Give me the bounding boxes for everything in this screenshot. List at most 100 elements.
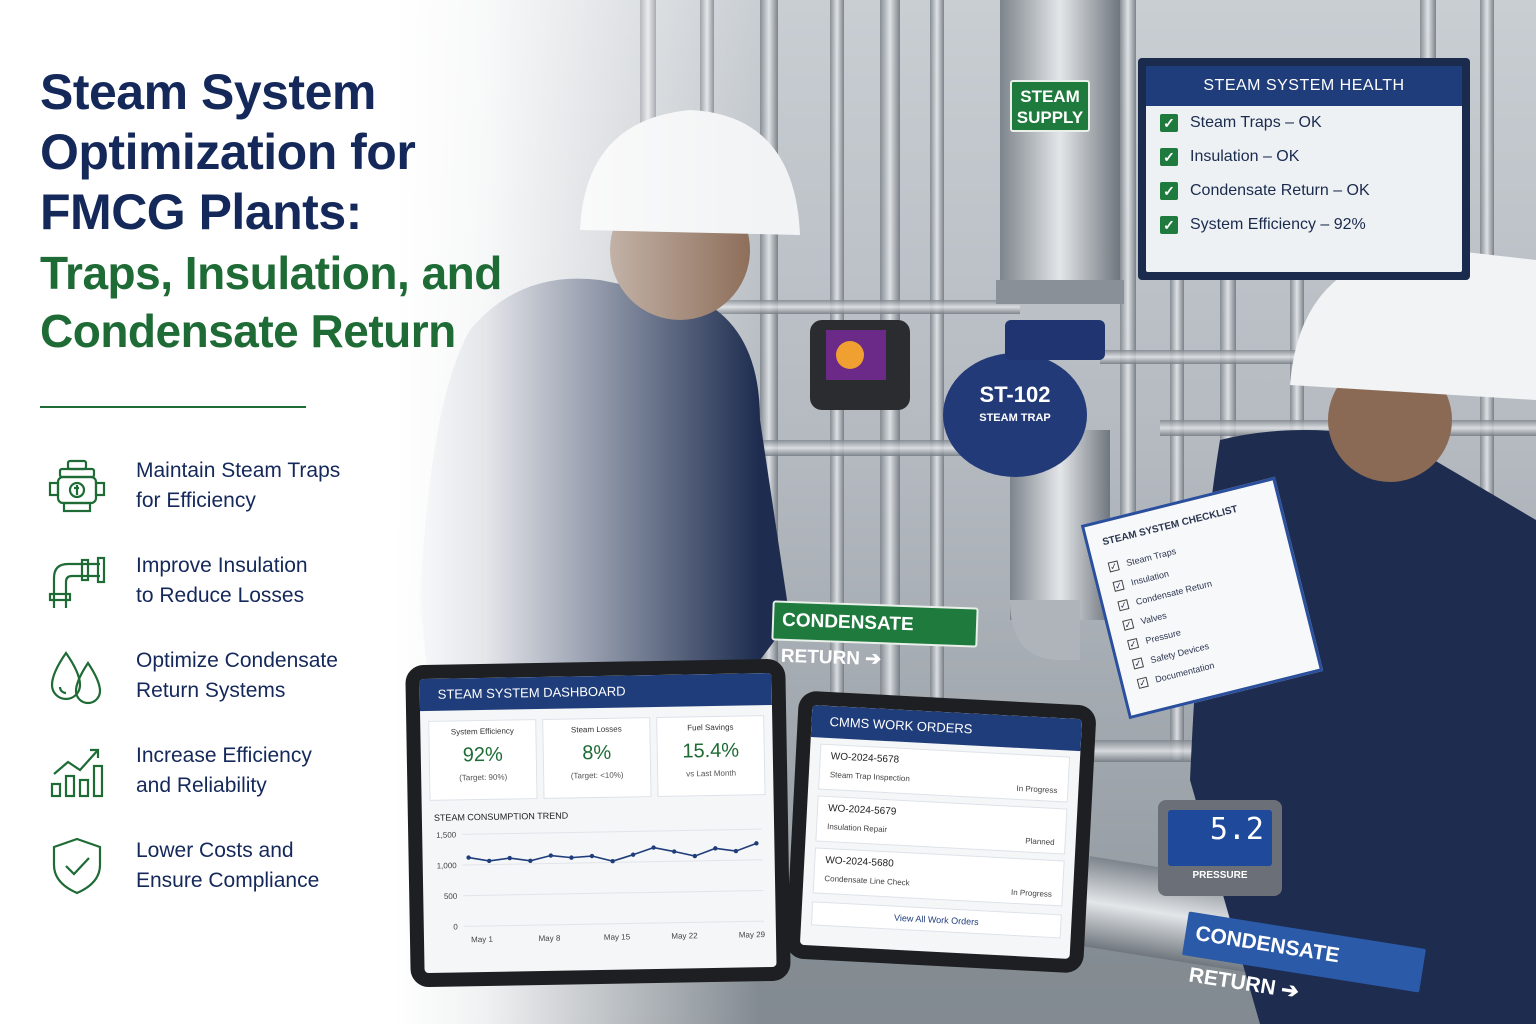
data-point[interactable] (569, 855, 574, 860)
health-item: ✓ System Efficiency – 92% (1146, 208, 1462, 242)
work-order-item[interactable]: WO-2024-5679 Insulation Repair Planned (815, 795, 1068, 855)
checklist-item-label: Valves (1139, 610, 1168, 627)
feature-text: Improve Insulation to Reduce Losses (136, 553, 308, 607)
page-subtitle: Traps, Insulation, and Condensate Return (40, 244, 540, 360)
feature-item: Maintain Steam Traps for Efficiency (40, 438, 540, 533)
arrow-right-icon: ➔ (1279, 978, 1301, 1004)
work-order-id: WO-2024-5679 (827, 803, 897, 818)
subtitle-line-2: Condensate Return (40, 305, 456, 357)
data-point[interactable] (692, 853, 698, 859)
checkbox-icon: ✓ (1107, 560, 1120, 573)
pressure-gauge: 5.2 PRESSURE (1158, 800, 1282, 896)
work-order-item[interactable]: WO-2024-5680 Condensate Line Check In Pr… (812, 847, 1065, 907)
feature-item: Improve Insulation to Reduce Losses (40, 533, 540, 628)
checkbox-icon: ✓ (1117, 599, 1130, 612)
checkmark-icon: ✓ (1160, 114, 1178, 132)
data-point[interactable] (507, 855, 512, 861)
feature-text: Optimize Condensate Return Systems (136, 648, 338, 702)
data-point[interactable] (528, 858, 533, 863)
work-order-status: In Progress (1010, 887, 1053, 899)
trend-chart: 1,500 1,000 500 0 May 1 May 8 May 15 May 22 May … (422, 817, 776, 953)
gauge-value: 5.2 (1209, 812, 1264, 847)
insulated-pipe-icon (46, 550, 108, 612)
kpi-label: System Efficiency (450, 726, 514, 737)
checkmark-icon: ✓ (1160, 182, 1178, 200)
checkmark-icon: ✓ (1160, 148, 1178, 166)
gridline (463, 889, 764, 897)
dashboard-tablet: STEAM SYSTEM DASHBOARD System Efficiency… (405, 658, 791, 988)
work-order-item[interactable]: WO-2024-5678 Steam Trap Inspection In Pr… (818, 743, 1071, 803)
health-item: ✓ Condensate Return – OK (1146, 174, 1462, 208)
kpi-label: Fuel Savings (687, 722, 734, 733)
data-point[interactable] (713, 846, 718, 851)
data-point[interactable] (651, 845, 656, 850)
kpi-note: vs Last Month (686, 768, 737, 779)
data-point[interactable] (548, 853, 554, 858)
gauge-display: 5.2 (1168, 810, 1272, 866)
kpi-note: (Target: 90%) (459, 772, 508, 783)
data-point[interactable] (630, 852, 636, 857)
trend-chart-svg: 1,500 1,000 500 0 May 1 May 8 May 15 May 22 May … (436, 828, 766, 944)
x-tick-label: May 29 (739, 930, 766, 939)
health-item-label: System Efficiency – 92% (1190, 216, 1366, 233)
data-point[interactable] (466, 855, 471, 860)
health-item: ✓ Steam Traps – OK (1146, 106, 1462, 140)
kpi-value: 15.4% (682, 739, 740, 763)
data-point[interactable] (487, 858, 492, 864)
view-all-work-orders-button[interactable]: View All Work Orders (810, 901, 1062, 939)
title-line-3: FMCG Plants: (40, 184, 362, 240)
work-order-status: In Progress (1016, 783, 1058, 796)
checkbox-icon: ✓ (1136, 676, 1149, 689)
y-tick-label: 0 (453, 922, 458, 931)
data-point[interactable] (754, 841, 759, 846)
kpi-card[interactable]: Fuel Savings 15.4% vs Last Month (656, 715, 766, 797)
kpi-value: 8% (582, 741, 612, 765)
health-item-label: Condensate Return – OK (1190, 182, 1370, 199)
kpi-value: 92% (462, 743, 504, 767)
work-order-status: Planned (1025, 836, 1055, 847)
condensate-return-sign-green: CONDENSATE RETURN ➔ (771, 600, 979, 670)
x-tick-label: May 8 (539, 934, 561, 943)
health-item: ✓ Insulation – OK (1146, 140, 1462, 174)
steam-trap-icon (46, 455, 108, 517)
work-order-desc: Insulation Repair (826, 822, 888, 835)
kpi-card[interactable]: System Efficiency 92% (Target: 90%) (428, 719, 538, 801)
title-line-1: Steam System (40, 64, 376, 120)
work-order-id: WO-2024-5680 (825, 854, 894, 870)
kpi-row: System Efficiency 92% (Target: 90%) Stea… (420, 705, 774, 801)
growth-chart-icon (46, 740, 108, 802)
gridline (462, 828, 763, 835)
health-item-label: Steam Traps – OK (1190, 114, 1322, 131)
gauge-label: PRESSURE (1192, 870, 1248, 881)
title-line-2: Optimization for (40, 124, 416, 180)
page-title: Steam System Optimization for FMCG Plant… (40, 62, 540, 242)
kpi-label: Steam Losses (570, 724, 622, 735)
steam-trap-label: ST-102 STEAM TRAP (955, 382, 1075, 424)
system-health-monitor: STEAM SYSTEM HEALTH ✓ Steam Traps – OK ✓… (1138, 58, 1470, 280)
x-tick-label: May 1 (471, 935, 493, 944)
feature-text: Maintain Steam Traps for Efficiency (136, 458, 341, 512)
data-point[interactable] (589, 853, 595, 859)
data-point[interactable] (672, 849, 677, 854)
steam-trap-id: ST-102 (979, 382, 1051, 407)
steam-trap-name: STEAM TRAP (979, 412, 1051, 424)
y-tick-label: 1,000 (437, 861, 458, 870)
checkmark-icon: ✓ (1160, 216, 1178, 234)
health-item-label: Insulation – OK (1190, 148, 1300, 165)
gridline (463, 920, 764, 927)
subtitle-line-1: Traps, Insulation, and (40, 247, 502, 299)
title-divider (40, 406, 306, 408)
steam-supply-sign: STEAM SUPPLY (1010, 80, 1090, 132)
arrow-right-icon: ➔ (864, 648, 882, 671)
checkbox-icon: ✓ (1122, 618, 1135, 631)
y-tick-label: 500 (444, 892, 458, 901)
feature-text: Lower Costs and Ensure Compliance (136, 838, 320, 892)
kpi-card[interactable]: Steam Losses 8% (Target: <10%) (542, 717, 652, 799)
x-tick-label: May 15 (604, 932, 631, 941)
checkbox-icon: ✓ (1127, 637, 1140, 651)
data-point[interactable] (733, 848, 739, 854)
health-title: STEAM SYSTEM HEALTH (1146, 66, 1462, 106)
checkbox-icon: ✓ (1131, 657, 1144, 670)
work-order-id: WO-2024-5678 (830, 751, 900, 766)
feature-text: Increase Efficiency and Reliability (136, 743, 312, 797)
